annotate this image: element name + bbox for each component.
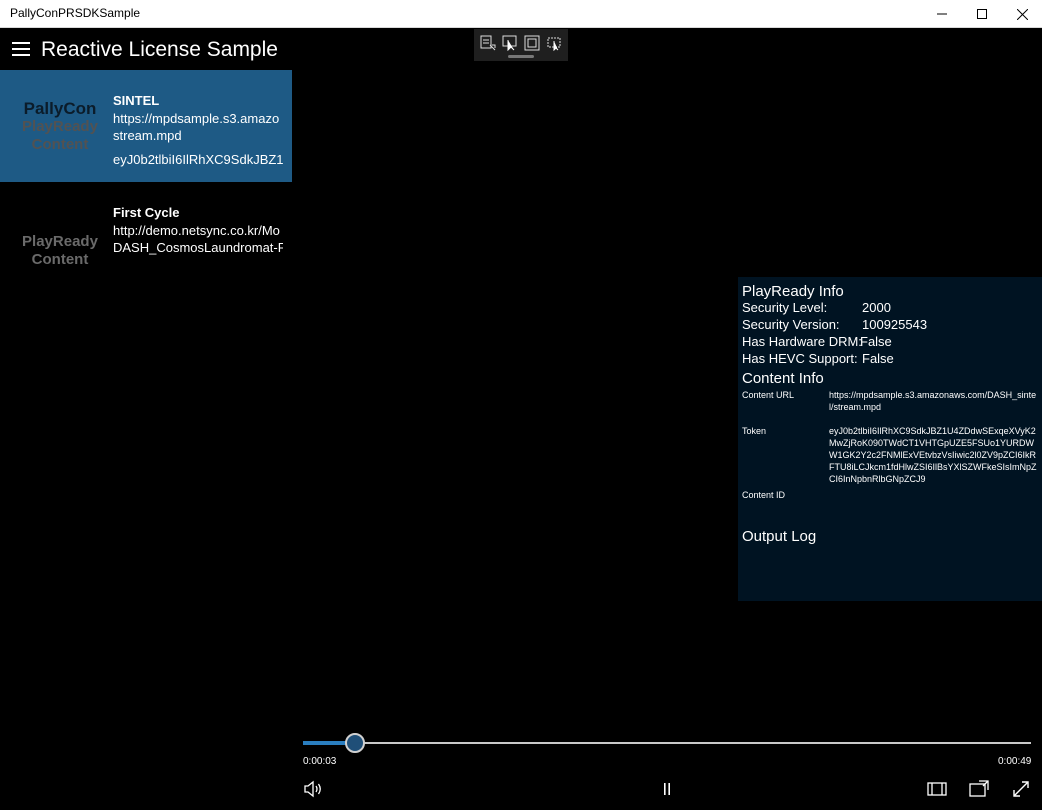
content-info-heading: Content Info xyxy=(742,370,824,387)
volume-button[interactable] xyxy=(302,778,324,800)
list-item[interactable]: PlayReady Content First Cycle http://dem… xyxy=(0,183,292,295)
close-icon xyxy=(1016,8,1028,20)
fullscreen-icon xyxy=(1013,781,1029,797)
seek-thumb[interactable] xyxy=(345,733,366,753)
content-url: https://mpdsample.s3.amazo xyxy=(113,111,280,126)
cast-icon xyxy=(969,780,989,797)
hamburger-icon xyxy=(12,42,30,44)
aspect-ratio-button[interactable] xyxy=(926,778,948,800)
content-url-row: Content URL https://mpdsample.s3.amazona… xyxy=(742,390,1037,412)
output-log-heading: Output Log xyxy=(742,528,817,545)
content-name: First Cycle xyxy=(113,205,180,220)
content-url: http://demo.netsync.co.kr/Mo xyxy=(113,223,280,238)
content-url-continued: DASH_CosmosLaundromat-F xyxy=(113,240,283,255)
elapsed-time: 0:00:03 xyxy=(303,756,337,767)
content-id-row: Content ID xyxy=(742,490,786,500)
token-row: Token eyJ0b2tlbiI6IlRhXC9SdkJBZ1U4ZDdwSE… xyxy=(742,426,1037,484)
list-item[interactable]: PallyCon PlayReady Content SINTEL https:… xyxy=(0,70,292,182)
hevc-support-row: Has HEVC Support: False xyxy=(742,351,894,366)
select-element-icon[interactable] xyxy=(502,35,518,51)
playready-info-heading: PlayReady Info xyxy=(742,283,844,300)
live-tree-icon[interactable] xyxy=(480,35,496,51)
content-token: eyJ0b2tlbiI6IlRhXC9SdkJBZ1U xyxy=(113,152,283,167)
seek-bar[interactable] xyxy=(303,742,1031,744)
fullscreen-button[interactable] xyxy=(1010,778,1032,800)
maximize-button[interactable] xyxy=(960,0,1004,28)
toolbar-grip[interactable] xyxy=(508,55,534,58)
hardware-drm-row: Has Hardware DRM: False xyxy=(742,334,892,349)
hamburger-menu-button[interactable] xyxy=(12,42,30,56)
minimize-icon xyxy=(937,13,947,15)
pause-icon xyxy=(664,783,670,795)
window-title: PallyConPRSDKSample xyxy=(10,6,141,20)
minimize-button[interactable] xyxy=(920,0,964,28)
layout-adorners-icon[interactable] xyxy=(524,35,540,51)
security-level-row: Security Level: 2000 xyxy=(742,300,891,315)
track-focus-icon[interactable] xyxy=(546,35,562,51)
content-thumbnail: PallyCon PlayReady Content xyxy=(22,99,98,154)
cast-to-device-button[interactable] xyxy=(968,778,990,800)
remaining-time: 0:00:49 xyxy=(998,756,1032,767)
aspect-ratio-icon xyxy=(927,782,947,796)
page-title: Reactive License Sample xyxy=(41,38,278,61)
maximize-icon xyxy=(977,9,987,19)
close-button[interactable] xyxy=(1000,0,1042,28)
pause-button[interactable] xyxy=(656,778,678,800)
debug-toolbar xyxy=(474,29,568,61)
volume-icon xyxy=(304,780,321,798)
info-panel: PlayReady Info Security Level: 2000 Secu… xyxy=(738,277,1042,601)
content-name: SINTEL xyxy=(113,93,160,108)
window-title-bar: PallyConPRSDKSample xyxy=(0,0,1042,28)
security-version-row: Security Version: 100925543 xyxy=(742,317,928,332)
content-thumbnail: PlayReady Content xyxy=(22,233,98,268)
content-url-continued: stream.mpd xyxy=(113,128,182,143)
